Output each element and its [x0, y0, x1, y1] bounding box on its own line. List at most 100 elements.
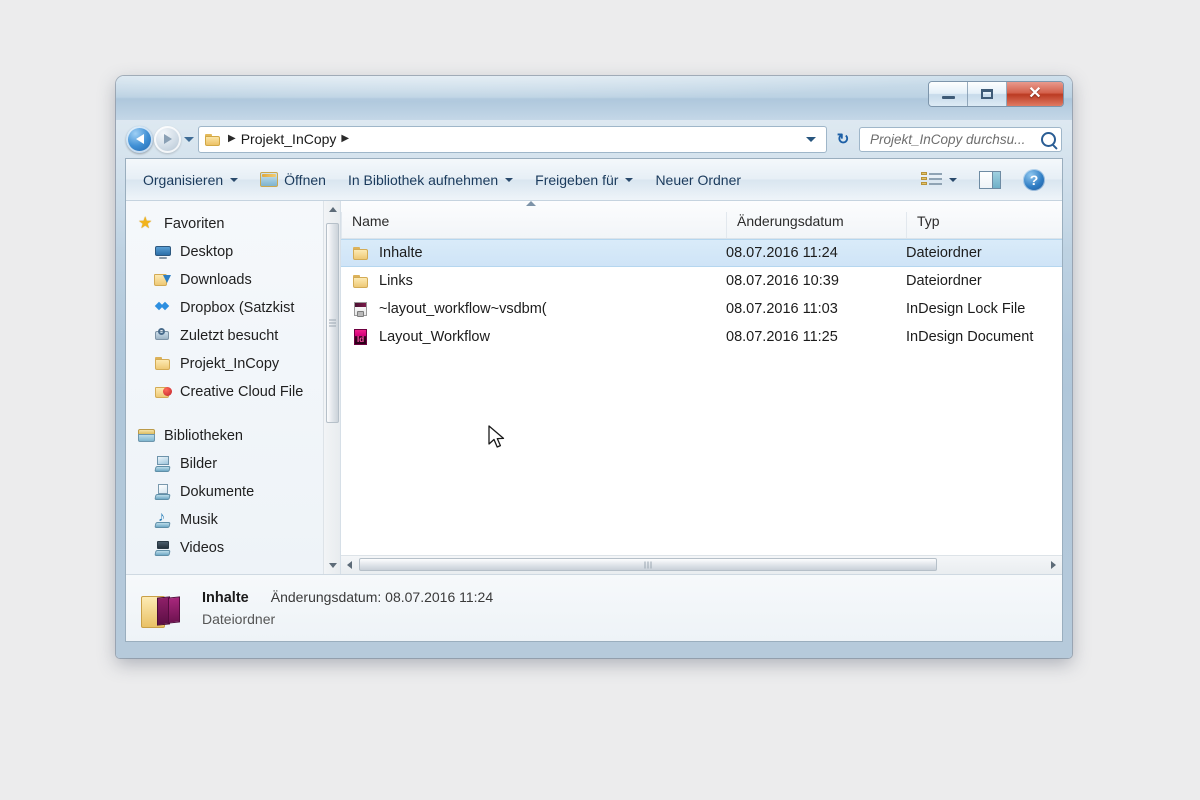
sidebar-item-recent-places-label: Zuletzt besucht [180, 328, 278, 344]
new-folder-label: Neuer Ordner [655, 172, 741, 188]
file-list-pane: Name Änderungsdatum Typ Inhalte 08.07.20… [341, 201, 1062, 574]
close-icon: ✕ [1028, 86, 1041, 102]
minimize-button[interactable] [929, 82, 968, 106]
scroll-down-button[interactable] [324, 557, 341, 574]
share-with-button[interactable]: Freigeben für [524, 165, 644, 194]
chevron-up-icon [329, 207, 337, 212]
libraries-icon [138, 428, 156, 444]
open-icon [260, 172, 278, 187]
organize-label: Organisieren [143, 172, 223, 188]
sidebar-item-musik[interactable]: Musik [126, 506, 340, 534]
sidebar-group-favoriten[interactable]: ★ Favoriten [126, 210, 340, 238]
change-view-button[interactable] [910, 165, 968, 194]
search-box[interactable] [859, 127, 1062, 152]
details-text: Inhalte Änderungsdatum: 08.07.2016 11:24… [202, 589, 493, 627]
folder-open-icon [140, 586, 186, 630]
table-row[interactable]: Links 08.07.2016 10:39 Dateiordner [341, 267, 1062, 295]
file-name-cell: Id Layout_Workflow [341, 329, 726, 346]
recent-places-icon [154, 328, 172, 344]
include-in-library-button[interactable]: In Bibliothek aufnehmen [337, 165, 524, 194]
search-icon[interactable] [1041, 132, 1056, 147]
column-header-name[interactable]: Name [341, 212, 726, 238]
scroll-up-button[interactable] [324, 201, 341, 218]
minimize-icon [942, 96, 955, 99]
search-input[interactable] [868, 131, 1039, 148]
file-name-label: Links [379, 273, 413, 289]
file-type-cell: InDesign Lock File [906, 301, 1062, 317]
music-library-icon [154, 512, 172, 528]
address-bar[interactable]: ▶ Projekt_InCopy ▶ [198, 126, 827, 153]
sidebar-item-dropbox[interactable]: Dropbox (Satzkist [126, 294, 340, 322]
scroll-left-button[interactable] [341, 557, 358, 574]
help-icon: ? [1023, 169, 1045, 191]
title-bar[interactable]: ✕ [116, 76, 1072, 120]
sidebar-item-bilder-label: Bilder [180, 456, 217, 472]
sidebar-group-bibliotheken[interactable]: Bibliotheken [126, 422, 340, 450]
client-area: Organisieren Öffnen In Bibliothek aufneh… [125, 158, 1063, 642]
desktop-icon [154, 244, 172, 260]
table-row[interactable]: ~layout_workflow~vsdbm( 08.07.2016 11:03… [341, 295, 1062, 323]
maximize-button[interactable] [968, 82, 1007, 106]
file-date-cell: 08.07.2016 10:39 [726, 273, 906, 289]
back-arrow-icon [136, 134, 144, 144]
breadcrumb-projekt-incopy[interactable]: Projekt_InCopy [241, 131, 337, 147]
file-type-cell: InDesign Document [906, 329, 1062, 345]
sidebar-item-videos[interactable]: Videos [126, 534, 340, 562]
sidebar-item-bilder[interactable]: Bilder [126, 450, 340, 478]
organize-button[interactable]: Organisieren [132, 165, 249, 194]
sidebar-item-musik-label: Musik [180, 512, 218, 528]
sidebar-group-gap [126, 406, 340, 422]
file-type-cell: Dateiordner [906, 245, 1062, 261]
navigation-list: ★ Favoriten Desktop Downloads Dropbox (S… [126, 201, 340, 562]
sidebar-item-desktop-label: Desktop [180, 244, 233, 260]
include-in-library-label: In Bibliothek aufnehmen [348, 172, 498, 188]
window-controls: ✕ [928, 81, 1064, 107]
include-in-library-caret-icon [505, 178, 513, 182]
scroll-right-button[interactable] [1045, 557, 1062, 574]
command-bar: Organisieren Öffnen In Bibliothek aufneh… [126, 159, 1062, 201]
horizontal-scrollbar[interactable] [341, 555, 1062, 574]
folder-icon [352, 273, 370, 290]
navigation-scrollbar-thumb[interactable] [326, 223, 339, 423]
sidebar-item-desktop[interactable]: Desktop [126, 238, 340, 266]
help-button[interactable]: ? [1012, 165, 1056, 194]
table-row[interactable]: Inhalte 08.07.2016 11:24 Dateiordner [341, 239, 1062, 267]
maximize-icon [981, 89, 993, 99]
sidebar-item-projekt-incopy[interactable]: Projekt_InCopy [126, 350, 340, 378]
navigation-scrollbar[interactable] [323, 201, 340, 574]
address-dropdown-icon[interactable] [806, 137, 816, 142]
horizontal-scrollbar-thumb[interactable] [359, 558, 937, 571]
column-header-row: Name Änderungsdatum Typ [341, 201, 1062, 239]
folder-icon [352, 245, 370, 262]
back-button[interactable] [126, 126, 153, 153]
sidebar-item-creative-cloud-files-label: Creative Cloud File [180, 384, 303, 400]
close-button[interactable]: ✕ [1007, 82, 1063, 106]
address-row: ▶ Projekt_InCopy ▶ ↻ [116, 120, 1072, 158]
sidebar-item-creative-cloud-files[interactable]: Creative Cloud File [126, 378, 340, 406]
refresh-button[interactable]: ↻ [832, 128, 854, 150]
organize-caret-icon [230, 178, 238, 182]
sidebar-item-dokumente[interactable]: Dokumente [126, 478, 340, 506]
preview-pane-icon [979, 171, 1001, 189]
chevron-right-icon [1051, 561, 1056, 569]
forward-button[interactable] [154, 126, 181, 153]
forward-arrow-icon [164, 134, 172, 144]
details-date: Änderungsdatum: 08.07.2016 11:24 [271, 589, 493, 605]
breadcrumb-separator-trailing[interactable]: ▶ [341, 134, 349, 144]
new-folder-button[interactable]: Neuer Ordner [644, 165, 752, 194]
pictures-library-icon [154, 456, 172, 472]
open-button[interactable]: Öffnen [249, 165, 337, 194]
table-row[interactable]: Id Layout_Workflow 08.07.2016 11:25 InDe… [341, 323, 1062, 351]
sidebar-item-downloads[interactable]: Downloads [126, 266, 340, 294]
file-name-cell: Links [341, 273, 726, 290]
folder-icon [154, 356, 172, 372]
column-header-type[interactable]: Typ [906, 212, 1062, 238]
refresh-icon: ↻ [837, 130, 850, 148]
navigation-pane: ★ Favoriten Desktop Downloads Dropbox (S… [126, 201, 341, 574]
preview-pane-button[interactable] [968, 165, 1012, 194]
sidebar-item-recent-places[interactable]: Zuletzt besucht [126, 322, 340, 350]
file-date-cell: 08.07.2016 11:25 [726, 329, 906, 345]
scrollbar-grip-icon [329, 320, 336, 327]
column-header-date[interactable]: Änderungsdatum [726, 212, 906, 238]
history-dropdown-icon[interactable] [184, 137, 194, 142]
